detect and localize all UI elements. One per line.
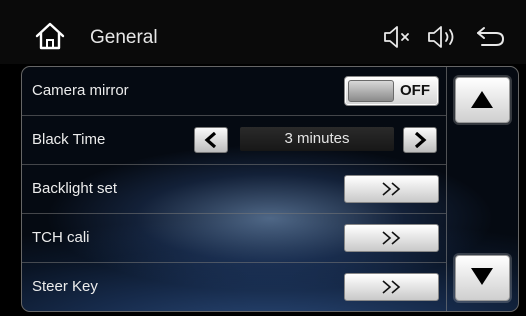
scroll-down-button[interactable]: [455, 255, 510, 301]
double-chevron-right-icon: [382, 231, 401, 245]
black-time-prev-button[interactable]: [194, 127, 228, 153]
volume-button[interactable]: [426, 23, 462, 51]
page-title: General: [90, 27, 158, 48]
black-time-next-button[interactable]: [403, 127, 437, 153]
setting-row-steer-key: Steer Key: [22, 263, 446, 311]
triangle-down-icon: [471, 268, 493, 285]
home-icon: [35, 22, 65, 50]
home-button[interactable]: [34, 21, 66, 51]
double-chevron-right-icon: [382, 182, 401, 196]
setting-row-backlight-set: Backlight set: [22, 165, 446, 214]
chevron-right-icon: [414, 132, 427, 148]
setting-label: Backlight set: [32, 180, 118, 197]
triangle-up-icon: [471, 91, 493, 108]
camera-mirror-toggle[interactable]: OFF: [344, 76, 439, 106]
divider: [446, 67, 447, 311]
tch-cali-button[interactable]: [344, 224, 439, 252]
setting-row-black-time: Black Time 3 minutes: [22, 116, 446, 165]
settings-list: Camera mirror OFF Black Time 3 minutes B…: [22, 67, 446, 311]
double-chevron-right-icon: [382, 280, 401, 294]
toggle-state: OFF: [400, 82, 430, 99]
black-time-value: 3 minutes: [240, 127, 394, 151]
setting-row-tch-cali: TCH cali: [22, 214, 446, 263]
chevron-left-icon: [204, 132, 217, 148]
backlight-set-button[interactable]: [344, 175, 439, 203]
settings-panel: Camera mirror OFF Black Time 3 minutes B…: [21, 66, 519, 312]
mute-button[interactable]: [382, 23, 414, 51]
setting-row-camera-mirror: Camera mirror OFF: [22, 67, 446, 116]
header-bar: General: [0, 0, 526, 64]
setting-label: Camera mirror: [32, 82, 129, 99]
back-button[interactable]: [474, 23, 506, 51]
toggle-knob: [348, 80, 394, 102]
setting-label: Steer Key: [32, 278, 98, 295]
scroll-up-button[interactable]: [455, 77, 510, 123]
setting-label: TCH cali: [32, 229, 90, 246]
back-icon: [477, 27, 505, 46]
setting-label: Black Time: [32, 131, 106, 148]
mute-icon: [384, 26, 409, 48]
steer-key-button[interactable]: [344, 273, 439, 301]
volume-icon: [428, 26, 454, 48]
